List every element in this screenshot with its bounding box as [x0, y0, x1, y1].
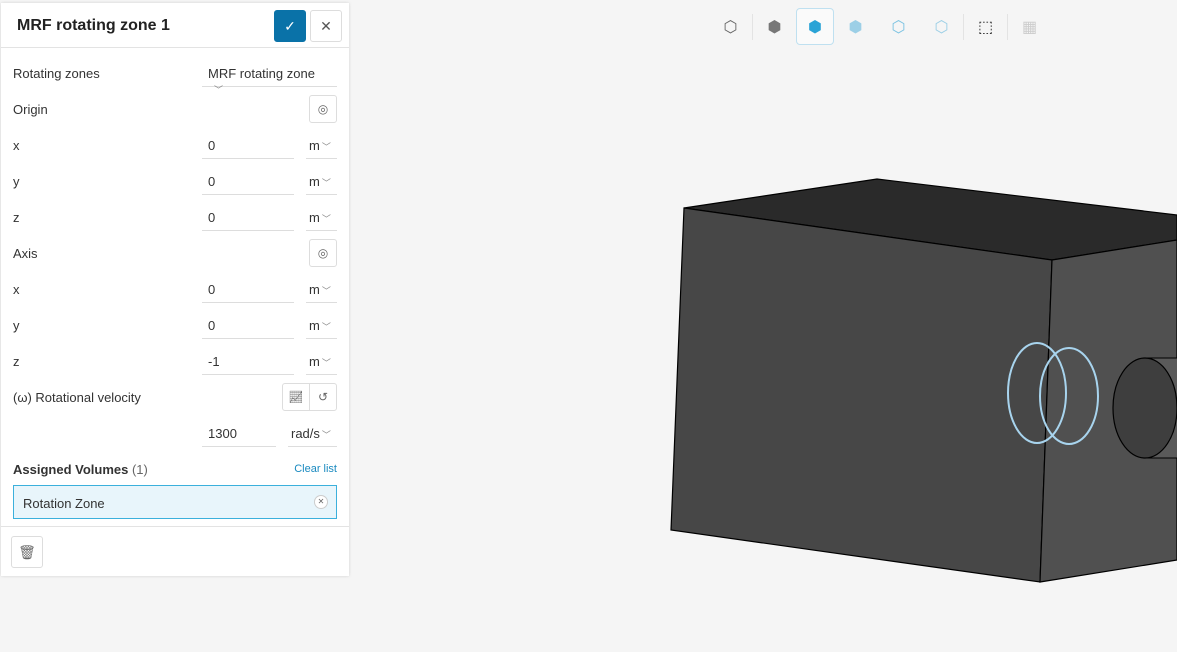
origin-label: Origin: [13, 102, 48, 117]
axis-x-label: x: [13, 282, 20, 297]
cube-highlight-icon[interactable]: ⬢: [796, 8, 834, 45]
rotating-zones-label: Rotating zones: [13, 66, 100, 81]
cube-points-icon[interactable]: ⬡: [877, 8, 920, 45]
origin-y-label: y: [13, 174, 20, 189]
rotating-zones-value: MRF rotating zone: [208, 66, 315, 81]
cube-outline-icon[interactable]: ⬡: [709, 8, 752, 45]
axis-y-label: y: [13, 318, 20, 333]
axis-z-unit[interactable]: m ﹀: [306, 343, 337, 375]
origin-pick-button[interactable]: ◎: [309, 95, 337, 123]
chevron-down-icon: ﹀: [321, 214, 331, 224]
origin-x-input[interactable]: 0: [202, 127, 294, 159]
axis-label: Axis: [13, 246, 38, 261]
confirm-button[interactable]: ✓: [274, 10, 306, 42]
rotational-velocity-label: (ω) Rotational velocity: [13, 390, 141, 405]
chevron-down-icon: ﹀: [321, 430, 331, 440]
volume-name: Rotation Zone: [23, 496, 105, 511]
origin-x-label: x: [13, 138, 20, 153]
origin-y-unit[interactable]: m ﹀: [306, 163, 337, 195]
assigned-volumes-title: Assigned Volumes: [13, 462, 129, 477]
chevron-down-icon: ﹀: [321, 286, 331, 296]
target-icon: ◎: [317, 246, 329, 260]
axis-y-unit[interactable]: m ﹀: [306, 307, 337, 339]
assigned-volumes-label: Assigned Volumes (1): [13, 462, 148, 477]
remove-volume-icon[interactable]: ✕: [314, 495, 328, 509]
rotating-zones-select[interactable]: MRF rotating zone ﹀: [202, 55, 337, 95]
chart-icon: 📈︎: [288, 390, 304, 404]
axis-z-label: z: [13, 354, 20, 369]
axis-x-unit[interactable]: m ﹀: [306, 271, 337, 303]
origin-z-label: z: [13, 210, 20, 225]
mesh-icon[interactable]: ▦: [1008, 8, 1051, 45]
rotational-velocity-unit[interactable]: rad/s ﹀: [288, 415, 337, 447]
close-icon: ✕: [320, 17, 332, 34]
cylinder-end: [1112, 357, 1177, 459]
box-front-face: [670, 207, 1053, 583]
reset-button[interactable]: ↺: [309, 383, 337, 411]
axis-x-input[interactable]: 0: [202, 271, 294, 303]
panel-title: MRF rotating zone 1: [17, 17, 170, 34]
origin-z-input[interactable]: 0: [202, 199, 294, 231]
delete-button[interactable]: 🗑︎: [11, 536, 43, 568]
origin-x-unit[interactable]: m ﹀: [306, 127, 337, 159]
cube-transparent-icon[interactable]: ⬢: [834, 8, 877, 45]
clear-list-link[interactable]: Clear list: [294, 463, 337, 475]
unit-value: rad/s: [291, 426, 320, 441]
chevron-down-icon: ﹀: [321, 322, 331, 332]
cube-solid-icon[interactable]: ⬢: [753, 8, 796, 45]
box-select-icon[interactable]: ⬚: [964, 8, 1007, 45]
unit-value: m: [309, 138, 320, 153]
unit-value: m: [309, 354, 320, 369]
chevron-down-icon: ﹀: [321, 142, 331, 152]
mrf-settings-panel: MRF rotating zone 1 ✓ ✕ Rotating zones M…: [1, 3, 349, 576]
cancel-button[interactable]: ✕: [310, 10, 342, 42]
cube-wire-icon[interactable]: ⬡: [920, 8, 963, 45]
target-icon: ◎: [317, 102, 329, 116]
axis-z-input[interactable]: -1: [202, 343, 294, 375]
origin-z-unit[interactable]: m ﹀: [306, 199, 337, 231]
divider: [1, 526, 349, 527]
origin-y-input[interactable]: 0: [202, 163, 294, 195]
check-icon: ✓: [284, 17, 296, 34]
view-toolbar: ⬡ ⬢ ⬢ ⬢ ⬡ ⬡ ⬚ ▦: [709, 8, 1051, 45]
rotational-velocity-input[interactable]: 1300: [202, 415, 276, 447]
chevron-down-icon: ﹀: [321, 358, 331, 368]
unit-value: m: [309, 318, 320, 333]
axis-y-input[interactable]: 0: [202, 307, 294, 339]
chevron-down-icon: ﹀: [321, 178, 331, 188]
unit-value: m: [309, 282, 320, 297]
axis-pick-button[interactable]: ◎: [309, 239, 337, 267]
unit-value: m: [309, 174, 320, 189]
trash-icon: 🗑︎: [18, 543, 36, 560]
assigned-count: (1): [131, 462, 148, 477]
undo-icon: ↺: [317, 390, 329, 404]
assigned-volume-chip[interactable]: Rotation Zone ✕: [13, 485, 337, 519]
table-input-button[interactable]: 📈︎: [282, 383, 310, 411]
unit-value: m: [309, 210, 320, 225]
